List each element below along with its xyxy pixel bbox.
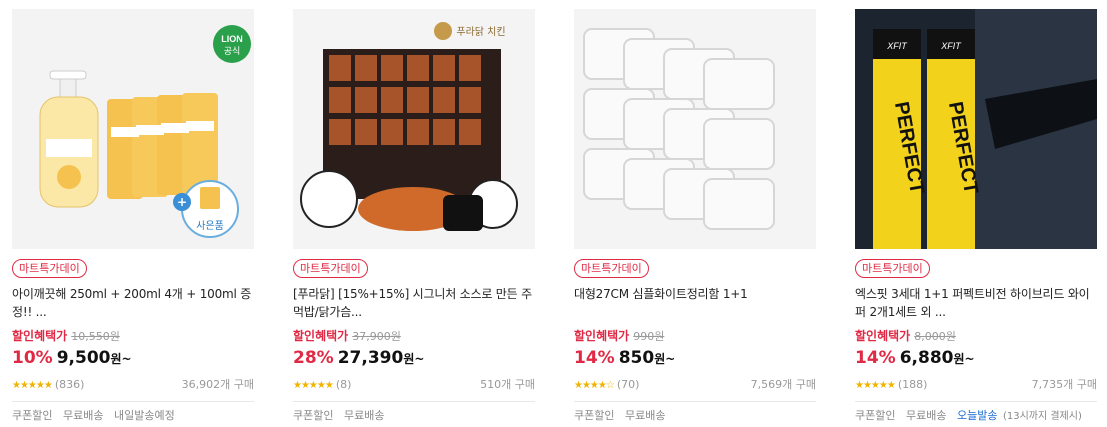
storage-box-image — [574, 9, 816, 249]
hand-soap-image: LION 공식 사은품 + — [12, 9, 254, 249]
sale-price: 6,880 — [899, 348, 954, 368]
product-card[interactable]: LION 공식 사은품 + 마트특가데이 아이깨끗해 250ml + 200ml… — [12, 9, 254, 423]
tag-coupon: 쿠폰할인 — [855, 409, 896, 422]
divider — [855, 401, 1097, 402]
original-price: 10,550원 — [71, 330, 120, 343]
svg-text:XFIT: XFIT — [886, 41, 908, 51]
promo-badge: 마트특가데이 — [855, 259, 930, 278]
benefit-tags: 쿠폰할인 무료배송 — [293, 409, 535, 423]
price-row: 28% 27,390원~ — [293, 347, 535, 370]
tag-free-shipping: 무료배송 — [905, 409, 947, 422]
divider — [293, 401, 535, 402]
tag-coupon: 쿠폰할인 — [12, 409, 53, 422]
product-card[interactable]: 마트특가데이 대형27CM 심플화이트정리함 1+1 할인혜택가 990원 14%… — [574, 9, 816, 423]
price-label-row: 할인혜택가 37,900원 — [293, 329, 535, 344]
star-rating-icon: ★★★★★ — [293, 380, 334, 391]
purchase-count: 7,569개 구매 — [750, 378, 816, 391]
purchase-count: 36,902개 구매 — [181, 378, 254, 391]
svg-text:푸라닭 치킨: 푸라닭 치킨 — [456, 26, 505, 38]
product-title[interactable]: 엑스핏 3세대 1+1 퍼펙트비전 하이브리드 와이퍼 2개1세트 외 ... — [855, 285, 1097, 321]
tag-free-shipping: 무료배송 — [624, 409, 666, 422]
star-rating-icon: ★★★★★ — [12, 380, 53, 391]
product-image[interactable]: XFIT XFIT PERFECT PERFECT — [855, 9, 1097, 249]
review-count[interactable]: (188) — [898, 378, 928, 391]
tag-ship-tomorrow: 내일발송예정 — [113, 409, 175, 422]
discount-rate: 28% — [293, 348, 334, 368]
divider — [574, 401, 816, 402]
product-image[interactable]: 푸라닭 치킨 — [293, 9, 535, 249]
original-price: 990원 — [633, 330, 665, 343]
svg-text:사은품: 사은품 — [196, 220, 224, 232]
product-image[interactable] — [574, 9, 816, 249]
discount-rate: 10% — [12, 348, 53, 368]
discount-rate: 14% — [574, 348, 615, 368]
benefit-tags: 쿠폰할인 무료배송 오늘발송 (13시까지 결제시) — [855, 409, 1097, 424]
review-count[interactable]: (836) — [55, 378, 85, 391]
svg-text:XFIT: XFIT — [940, 41, 962, 51]
tag-coupon: 쿠폰할인 — [293, 409, 334, 422]
product-image[interactable]: LION 공식 사은품 + — [12, 9, 254, 249]
price-label-row: 할인혜택가 8,000원 — [855, 329, 1097, 344]
product-title[interactable]: [푸라닭] [15%+15%] 시그니처 소스로 만든 주먹밥/닭가슴... — [293, 285, 535, 321]
chicken-meal-image: 푸라닭 치킨 — [293, 9, 535, 249]
tag-free-shipping: 무료배송 — [343, 409, 385, 422]
price-label: 할인혜택가 — [855, 329, 911, 343]
price-unit: 원~ — [403, 352, 425, 366]
price-row: 14% 6,880원~ — [855, 347, 1097, 370]
rating-row: ★★★★★ (8) 510개 구매 — [293, 378, 535, 393]
star-rating-icon: ★★★★☆ — [574, 380, 615, 391]
price-label: 할인혜택가 — [293, 329, 349, 343]
benefit-tags: 쿠폰할인 무료배송 — [574, 409, 816, 423]
review-count[interactable]: (70) — [617, 378, 640, 391]
promo-badge: 마트특가데이 — [574, 259, 649, 278]
benefit-tags: 쿠폰할인 무료배송 내일발송예정 — [12, 409, 254, 423]
wiper-image: XFIT XFIT PERFECT PERFECT — [855, 9, 1097, 249]
original-price: 8,000원 — [914, 330, 956, 343]
price-label-row: 할인혜택가 10,550원 — [12, 329, 254, 344]
price-label-row: 할인혜택가 990원 — [574, 329, 816, 344]
svg-text:LION: LION — [221, 34, 243, 44]
purchase-count: 7,735개 구매 — [1031, 378, 1097, 391]
original-price: 37,900원 — [352, 330, 401, 343]
sale-price: 850 — [618, 348, 655, 368]
product-title[interactable]: 아이깨끗해 250ml + 200ml 4개 + 100ml 증정!! ... — [12, 285, 254, 321]
purchase-count: 510개 구매 — [480, 378, 535, 391]
product-card[interactable]: 푸라닭 치킨 마트특가데이 [푸라닭] [15%+15%] 시그니처 소스로 만… — [293, 9, 535, 423]
rating-row: ★★★★★ (188) 7,735개 구매 — [855, 378, 1097, 393]
price-unit: 원~ — [654, 352, 676, 366]
product-card[interactable]: XFIT XFIT PERFECT PERFECT 마트특가데이 엑스핏 3세대… — [855, 9, 1097, 424]
star-rating-icon: ★★★★★ — [855, 380, 896, 391]
price-row: 10% 9,500원~ — [12, 347, 254, 370]
svg-text:+: + — [177, 195, 187, 209]
discount-rate: 14% — [855, 348, 896, 368]
rating-row: ★★★★☆ (70) 7,569개 구매 — [574, 378, 816, 393]
divider — [12, 401, 254, 402]
promo-badge: 마트특가데이 — [293, 259, 368, 278]
product-grid: LION 공식 사은품 + 마트특가데이 아이깨끗해 250ml + 200ml… — [0, 0, 1107, 427]
price-label: 할인혜택가 — [574, 329, 630, 343]
product-title[interactable]: 대형27CM 심플화이트정리함 1+1 — [574, 285, 816, 321]
svg-text:공식: 공식 — [224, 46, 241, 57]
tag-free-shipping: 무료배송 — [62, 409, 104, 422]
tag-ship-today: 오늘발송 — [956, 409, 998, 422]
review-count[interactable]: (8) — [336, 378, 352, 391]
price-row: 14% 850원~ — [574, 347, 816, 370]
sale-price: 9,500 — [56, 348, 111, 368]
tag-coupon: 쿠폰할인 — [574, 409, 615, 422]
promo-badge: 마트특가데이 — [12, 259, 87, 278]
rating-row: ★★★★★ (836) 36,902개 구매 — [12, 378, 254, 393]
price-unit: 원~ — [110, 352, 132, 366]
price-label: 할인혜택가 — [12, 329, 68, 343]
price-unit: 원~ — [953, 352, 975, 366]
tag-ship-today-note: (13시까지 결제시) — [1002, 411, 1082, 422]
sale-price: 27,390 — [337, 348, 404, 368]
